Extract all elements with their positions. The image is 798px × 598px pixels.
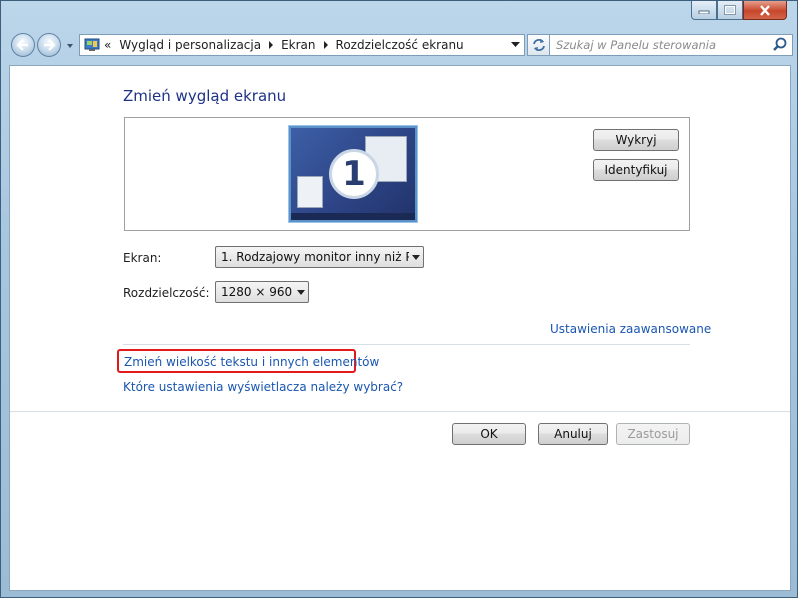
page-title: Zmień wygląd ekranu [123,87,287,105]
screen-select[interactable]: 1. Rodzajowy monitor inny niż PnP [215,246,424,268]
back-button[interactable] [11,33,35,57]
preview-start-menu-graphic [297,176,323,208]
monitor-number-badge: 1 [329,149,379,199]
breadcrumb-separator-icon[interactable] [322,41,330,49]
address-bar[interactable]: « Wygląd i personalizacja Ekran Rozdziel… [79,34,525,56]
breadcrumb: Wygląd i personalizacja Ekran Rozdzielcz… [115,38,467,52]
text-size-link[interactable]: Zmień wielkość tekstu i innych elementów [124,355,379,369]
ok-button[interactable]: OK [452,423,526,445]
search-box[interactable] [549,34,793,56]
preview-taskbar-graphic [291,213,415,220]
forward-arrow-icon [44,39,56,51]
search-icon[interactable] [771,36,789,54]
monitor-preview-panel: 1 Wykryj Identyfikuj [124,117,690,231]
minimize-button[interactable] [691,1,717,20]
resolution-label: Rozdzielczość: [123,286,210,300]
divider [123,344,690,345]
breadcrumb-item-resolution[interactable]: Rozdzielczość ekranu [332,38,468,52]
back-arrow-icon [16,39,28,51]
monitor-number: 1 [342,154,366,194]
chevron-down-icon [510,42,520,47]
which-settings-link[interactable]: Które ustawienia wyświetlacza należy wyb… [123,380,403,394]
screen-select-value: 1. Rodzajowy monitor inny niż PnP [221,250,409,264]
identify-button[interactable]: Identyfikuj [593,159,679,181]
cancel-button[interactable]: Anuluj [538,423,608,445]
recent-pages-chevron-icon[interactable] [65,41,75,51]
screen-label: Ekran: [123,251,162,265]
refresh-icon [533,39,545,51]
window-frame: « Wygląd i personalizacja Ekran Rozdziel… [0,0,798,598]
apply-button[interactable]: Zastosuj [616,423,690,445]
advanced-settings-link[interactable]: Ustawienia zaawansowane [550,322,711,336]
address-dropdown-button[interactable] [506,35,524,55]
breadcrumb-overflow[interactable]: « [100,38,115,52]
breadcrumb-item-display[interactable]: Ekran [277,38,319,52]
close-button[interactable] [743,1,787,20]
maximize-button[interactable] [717,1,743,20]
content-area: Zmień wygląd ekranu 1 Wykryj Identyfikuj… [9,65,791,591]
breadcrumb-item-appearance[interactable]: Wygląd i personalizacja [115,38,265,52]
maximize-icon [724,5,736,15]
caption-buttons [691,1,787,21]
chevron-down-icon [409,254,423,260]
detect-button[interactable]: Wykryj [593,129,679,151]
refresh-button[interactable] [527,34,551,56]
minimize-icon [698,10,710,14]
breadcrumb-separator-icon[interactable] [267,41,275,49]
divider [10,411,790,412]
monitor-1-thumbnail[interactable]: 1 [289,126,417,222]
forward-button[interactable] [37,33,61,57]
resolution-select-value: 1280 × 960 [221,285,293,299]
close-icon [760,4,770,16]
control-panel-icon [84,38,100,51]
search-input[interactable] [550,36,771,54]
navigation-bar: « Wygląd i personalizacja Ekran Rozdziel… [9,33,793,57]
chevron-down-icon [294,289,308,295]
resolution-select[interactable]: 1280 × 960 [215,281,309,303]
